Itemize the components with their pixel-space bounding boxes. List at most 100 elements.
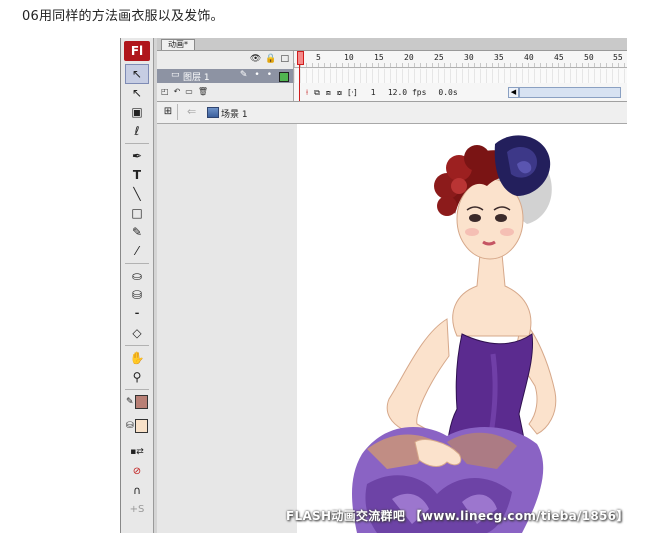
tool-divider bbox=[125, 345, 149, 346]
swap-colors-icon: ▪⇄ bbox=[130, 447, 144, 457]
ink-bottle-tool-button[interactable]: ⛀ bbox=[126, 267, 148, 285]
paint-bucket-small-icon: ⛁ bbox=[126, 421, 134, 431]
frame-number: 40 bbox=[524, 53, 534, 62]
text-tool-button[interactable]: T bbox=[126, 166, 148, 184]
watermark: FLASH动画交流群吧 【www.linecg.com/tieba/1856】 bbox=[286, 509, 629, 523]
layer-actions: ◰ ↶ ▭ 🗑 bbox=[161, 87, 208, 96]
eraser-tool-button[interactable]: ◇ bbox=[126, 324, 148, 342]
frame-number: 30 bbox=[464, 53, 474, 62]
edit-bar: ⊞ ⇐ 场景 1 bbox=[157, 102, 627, 124]
onion-markers-icon[interactable]: [·] bbox=[348, 88, 357, 97]
frame-number: 25 bbox=[434, 53, 444, 62]
tutorial-caption: 06用同样的方法画衣服以及发饰。 bbox=[22, 9, 224, 24]
layers-column: 👁 🔒 □ ▭ 图层 1 ✎ • • ◰ ↶ ▭ 🗑 bbox=[157, 51, 294, 101]
brush-icon: ⁄ bbox=[135, 244, 138, 258]
layer-name: 图层 1 bbox=[183, 73, 210, 83]
stroke-color-swatch bbox=[134, 395, 148, 409]
frame-number: 10 bbox=[344, 53, 354, 62]
selection-tool-button[interactable]: ↖ bbox=[125, 64, 149, 84]
timeline-panel: 👁 🔒 □ ▭ 图层 1 ✎ • • ◰ ↶ ▭ 🗑 5 10 15 20 25… bbox=[157, 51, 627, 102]
center-frame-icon[interactable]: ⍿ bbox=[306, 88, 308, 98]
zoom-tool-button[interactable]: ⚲ bbox=[126, 368, 148, 386]
scene-icon bbox=[207, 107, 219, 118]
no-color-button[interactable]: ⊘ bbox=[126, 462, 148, 480]
ink-bottle-icon: ⛀ bbox=[131, 269, 143, 283]
onion-skin-icon[interactable]: ⧉ bbox=[314, 88, 320, 98]
smooth-icon: +S bbox=[129, 503, 145, 515]
stroke-color-button[interactable]: ✎ bbox=[126, 393, 148, 411]
pencil-icon: ✎ bbox=[131, 225, 143, 239]
pen-icon: ✒ bbox=[131, 149, 143, 163]
stage-canvas[interactable] bbox=[297, 124, 627, 533]
frame-number: 50 bbox=[584, 53, 594, 62]
timeline-scroll-left-button[interactable]: ◀ bbox=[508, 87, 519, 98]
pen-tool-button[interactable]: ✒ bbox=[126, 147, 148, 165]
lasso-tool-button[interactable]: ℓ bbox=[126, 122, 148, 140]
onion-outline-icon[interactable]: ⧈ bbox=[326, 88, 331, 98]
new-layer-icon[interactable]: ◰ bbox=[161, 87, 169, 96]
paint-bucket-tool-button[interactable]: ⛁ bbox=[126, 286, 148, 304]
outline-icon[interactable]: □ bbox=[280, 54, 289, 64]
girl-illustration bbox=[352, 135, 557, 533]
zoom-icon: ⚲ bbox=[132, 370, 142, 384]
no-color-icon: ⊘ bbox=[132, 465, 142, 477]
smooth-button[interactable]: +S bbox=[126, 500, 148, 518]
layer-row[interactable]: ▭ 图层 1 ✎ • • bbox=[157, 69, 293, 83]
back-arrow-icon[interactable]: ⇐ bbox=[187, 105, 196, 118]
snap-to-objects-button[interactable]: ∩ bbox=[126, 481, 148, 499]
free-transform-icon: ▣ bbox=[131, 105, 143, 119]
eyedropper-icon: ⁃ bbox=[134, 307, 140, 321]
new-folder-icon[interactable]: ▭ bbox=[185, 87, 193, 96]
scene-label: 场景 1 bbox=[221, 110, 248, 120]
hand-icon: ✋ bbox=[129, 351, 145, 365]
frame-ruler[interactable]: 1 5 10 15 20 25 30 35 40 45 50 55 bbox=[294, 51, 627, 68]
current-frame: 1 bbox=[370, 88, 376, 97]
brush-tool-button[interactable]: ⁄ bbox=[126, 242, 148, 260]
paint-bucket-icon: ⛁ bbox=[131, 288, 143, 302]
edit-multiple-frames-icon[interactable]: ⧇ bbox=[337, 88, 342, 98]
delete-layer-icon[interactable]: 🗑 bbox=[198, 87, 208, 96]
frame-number: 45 bbox=[554, 53, 564, 62]
subselection-tool-button[interactable]: ↖ bbox=[126, 84, 148, 102]
pencil-small-icon: ✎ bbox=[126, 397, 134, 407]
eraser-icon: ◇ bbox=[132, 326, 142, 340]
document-tab[interactable]: 动画* bbox=[161, 39, 195, 50]
frames-area[interactable]: 1 5 10 15 20 25 30 35 40 45 50 55 ⍿ ⧉ ⧈ bbox=[294, 51, 627, 101]
visibility-dot[interactable]: • bbox=[254, 70, 259, 82]
elapsed-time: 0.0s bbox=[438, 88, 458, 97]
color-options-button[interactable]: ▪⇄ bbox=[126, 443, 148, 461]
frame-number: 35 bbox=[494, 53, 504, 62]
fill-color-button[interactable]: ⛁ bbox=[126, 417, 148, 435]
selection-arrow-icon: ↖ bbox=[131, 67, 143, 81]
text-icon: T bbox=[132, 168, 142, 182]
timeline-toggle-button[interactable]: ⊞ bbox=[159, 104, 178, 120]
lock-icon[interactable]: 🔒 bbox=[265, 54, 276, 64]
fill-color-swatch bbox=[134, 419, 148, 433]
subselection-arrow-icon: ↖ bbox=[131, 86, 143, 100]
line-tool-button[interactable]: ╲ bbox=[126, 185, 148, 203]
layer-toggles: ✎ • • bbox=[240, 70, 289, 82]
timeline-header-icons: 👁 🔒 □ bbox=[250, 54, 289, 64]
flash-app-window: Fl ↖ ↖ ▣ ℓ ✒ T ╲ □ ✎ ⁄ ⛀ ⛁ ⁃ ◇ ✋ ⚲ ✎ ⛁ ▪… bbox=[120, 38, 627, 533]
layer-color-box[interactable] bbox=[279, 72, 289, 82]
flash-logo: Fl bbox=[124, 41, 150, 61]
layer-frames-row[interactable] bbox=[294, 69, 627, 83]
motion-guide-icon[interactable]: ↶ bbox=[174, 87, 181, 96]
eyedropper-tool-button[interactable]: ⁃ bbox=[126, 305, 148, 323]
document-tab-bar: 动画* bbox=[157, 38, 627, 51]
tool-divider bbox=[125, 263, 149, 264]
eye-icon[interactable]: 👁 bbox=[250, 54, 261, 64]
lasso-icon: ℓ bbox=[134, 124, 140, 138]
tool-divider bbox=[125, 143, 149, 144]
rectangle-tool-button[interactable]: □ bbox=[126, 204, 148, 222]
hand-tool-button[interactable]: ✋ bbox=[126, 349, 148, 367]
rectangle-icon: □ bbox=[131, 206, 143, 220]
pencil-tool-button[interactable]: ✎ bbox=[126, 223, 148, 241]
pencil-icon: ✎ bbox=[239, 70, 248, 80]
free-transform-tool-button[interactable]: ▣ bbox=[126, 103, 148, 121]
magnet-icon: ∩ bbox=[132, 483, 142, 497]
frame-number: 5 bbox=[316, 53, 321, 62]
lock-dot[interactable]: • bbox=[267, 70, 272, 82]
timeline-horizontal-scrollbar[interactable] bbox=[519, 87, 621, 98]
tool-divider bbox=[125, 389, 149, 390]
